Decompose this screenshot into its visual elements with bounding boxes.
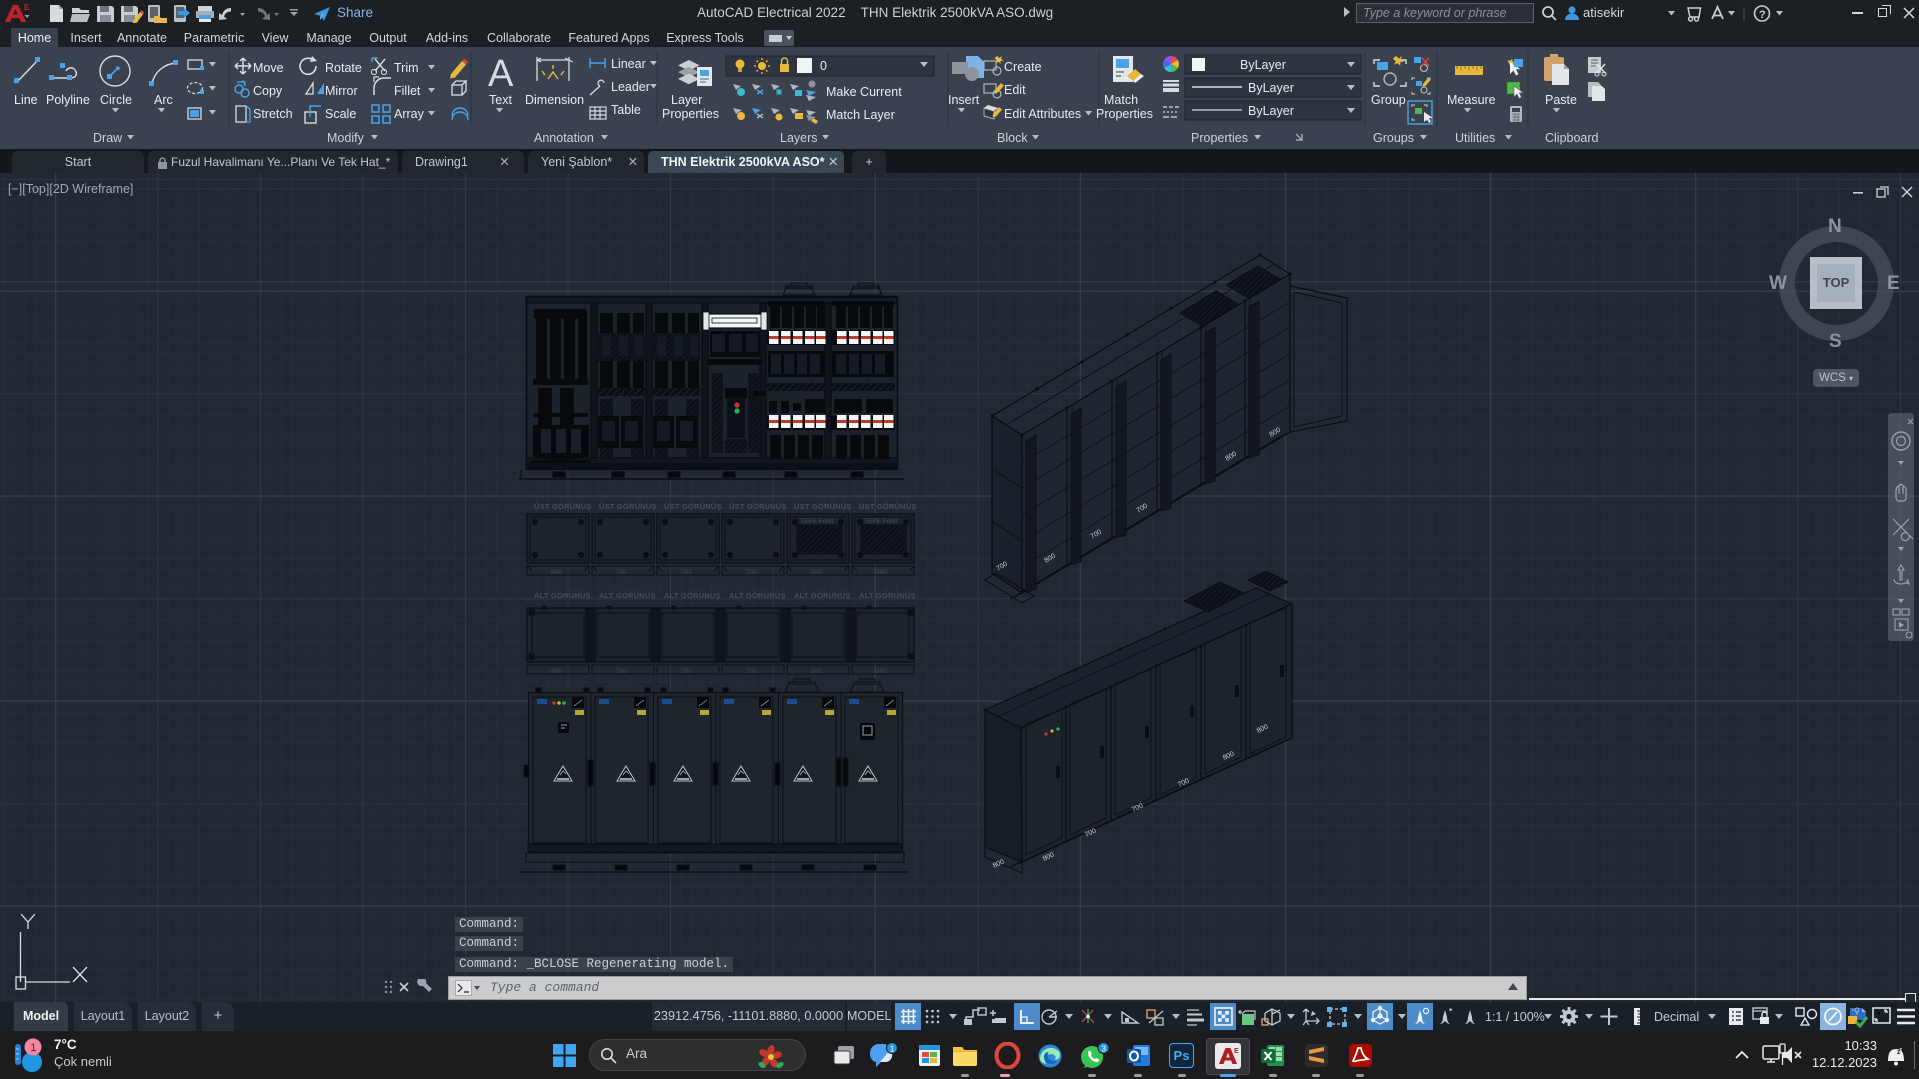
svg-text:Properties: Properties (1191, 131, 1248, 145)
svg-text:700: 700 (616, 668, 627, 675)
svg-text:Mirror: Mirror (325, 84, 358, 98)
svg-text:TEPE FANI: TEPE FANI (864, 518, 897, 525)
svg-text:Trim: Trim (394, 61, 419, 75)
svg-text:Annotation: Annotation (534, 131, 594, 145)
svg-text:ÜST GÖRÜNÜŞ: ÜST GÖRÜNÜŞ (534, 502, 592, 511)
svg-text:800: 800 (876, 569, 887, 576)
svg-text:800: 800 (992, 858, 1006, 869)
svg-text:800: 800 (811, 569, 822, 576)
svg-text:Block: Block (997, 131, 1028, 145)
svg-text:700: 700 (681, 668, 692, 675)
svg-text:ByLayer: ByLayer (1240, 58, 1286, 72)
svg-text:A: A (488, 53, 514, 95)
svg-text:E: E (24, 3, 30, 12)
svg-text:?: ? (1759, 9, 1766, 21)
svg-text:ByLayer: ByLayer (1248, 104, 1294, 118)
svg-text:ALT GÖRÜNÜŞ: ALT GÖRÜNÜŞ (729, 591, 786, 600)
svg-text:Groups: Groups (1373, 131, 1414, 145)
svg-text:Draw: Draw (93, 131, 123, 145)
svg-text:Edit Attributes: Edit Attributes (1004, 107, 1081, 121)
svg-text:700: 700 (746, 569, 757, 576)
svg-text:Group: Group (1371, 93, 1406, 107)
svg-text:Rotate: Rotate (325, 61, 362, 75)
svg-text:Clipboard: Clipboard (1545, 131, 1599, 145)
svg-text:Match Layer: Match Layer (826, 108, 895, 122)
svg-text:Layer: Layer (671, 93, 702, 107)
svg-text:ALT GÖRÜNÜŞ: ALT GÖRÜNÜŞ (599, 591, 656, 600)
svg-text:Text: Text (489, 93, 512, 107)
svg-text:TEPE FANI: TEPE FANI (800, 518, 833, 525)
svg-text:Create: Create (1004, 60, 1042, 74)
svg-text:Leader: Leader (611, 80, 650, 94)
svg-text:Array: Array (394, 107, 425, 121)
svg-text:E: E (1234, 1048, 1239, 1055)
svg-text:1: 1 (890, 1044, 895, 1054)
svg-text:800: 800 (551, 668, 562, 675)
svg-text:Properties: Properties (662, 107, 719, 121)
svg-text:Line: Line (14, 93, 38, 107)
svg-text:ÜST GÖRÜNÜŞ: ÜST GÖRÜNÜŞ (599, 502, 657, 511)
svg-text:700: 700 (681, 569, 692, 576)
svg-text:Table: Table (611, 103, 641, 117)
svg-text:Stretch: Stretch (253, 107, 293, 121)
svg-text:800: 800 (811, 668, 822, 675)
svg-text:1:1 / 100%: 1:1 / 100% (1485, 1010, 1545, 1024)
svg-text:ALT GÖRÜNÜŞ: ALT GÖRÜNÜŞ (534, 591, 591, 600)
svg-text:700: 700 (746, 668, 757, 675)
svg-text:3: 3 (1101, 1044, 1106, 1054)
svg-text:0: 0 (820, 59, 827, 73)
svg-text:Scale: Scale (325, 107, 356, 121)
svg-text:Dimension: Dimension (525, 93, 584, 107)
svg-text:Polyline: Polyline (46, 93, 90, 107)
svg-text:700: 700 (616, 569, 627, 576)
svg-text:800: 800 (551, 569, 562, 576)
svg-text:Decimal: Decimal (1654, 1010, 1699, 1024)
svg-text:Insert: Insert (948, 93, 980, 107)
svg-text:Fillet: Fillet (394, 84, 421, 98)
svg-text:ALT GÖRÜNÜŞ: ALT GÖRÜNÜŞ (859, 591, 916, 600)
svg-text:Properties: Properties (1096, 107, 1153, 121)
svg-text:ALT GÖRÜNÜŞ: ALT GÖRÜNÜŞ (794, 591, 851, 600)
svg-text:ALT GÖRÜNÜŞ: ALT GÖRÜNÜŞ (664, 591, 721, 600)
svg-text:ÜST GÖRÜNÜŞ: ÜST GÖRÜNÜŞ (794, 502, 852, 511)
svg-text:Linear: Linear (611, 57, 646, 71)
svg-text:800: 800 (876, 668, 887, 675)
svg-text:ÜST GÖRÜNÜŞ: ÜST GÖRÜNÜŞ (859, 502, 917, 511)
svg-text:Circle: Circle (100, 93, 132, 107)
svg-text:Move: Move (253, 61, 284, 75)
svg-text:Match: Match (1104, 93, 1138, 107)
svg-text:Layers: Layers (780, 131, 818, 145)
svg-text:Arc: Arc (154, 93, 173, 107)
svg-text:Make Current: Make Current (826, 85, 902, 99)
svg-text:Modify: Modify (327, 131, 365, 145)
svg-text:ByLayer: ByLayer (1248, 81, 1294, 95)
svg-text:Edit: Edit (1004, 83, 1026, 97)
svg-text:1: 1 (30, 1042, 36, 1054)
svg-text:Paste: Paste (1545, 93, 1577, 107)
svg-text:ÜST GÖRÜNÜŞ: ÜST GÖRÜNÜŞ (729, 502, 787, 511)
svg-text:Measure: Measure (1447, 93, 1496, 107)
svg-text:ÜST GÖRÜNÜŞ: ÜST GÖRÜNÜŞ (664, 502, 722, 511)
svg-text:Utilities: Utilities (1455, 131, 1495, 145)
svg-text:Copy: Copy (253, 84, 283, 98)
svg-text:800: 800 (1042, 851, 1056, 862)
